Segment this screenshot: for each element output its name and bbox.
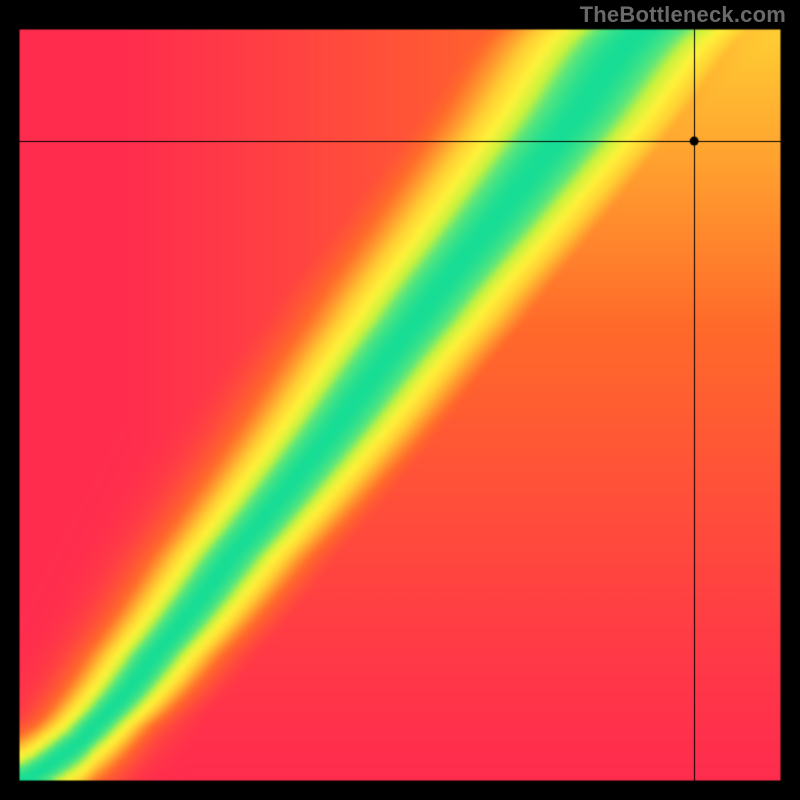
attribution-label: TheBottleneck.com bbox=[580, 2, 786, 28]
plot-area bbox=[18, 28, 782, 782]
bottleneck-heatmap bbox=[18, 28, 782, 782]
chart-frame: TheBottleneck.com bbox=[0, 0, 800, 800]
